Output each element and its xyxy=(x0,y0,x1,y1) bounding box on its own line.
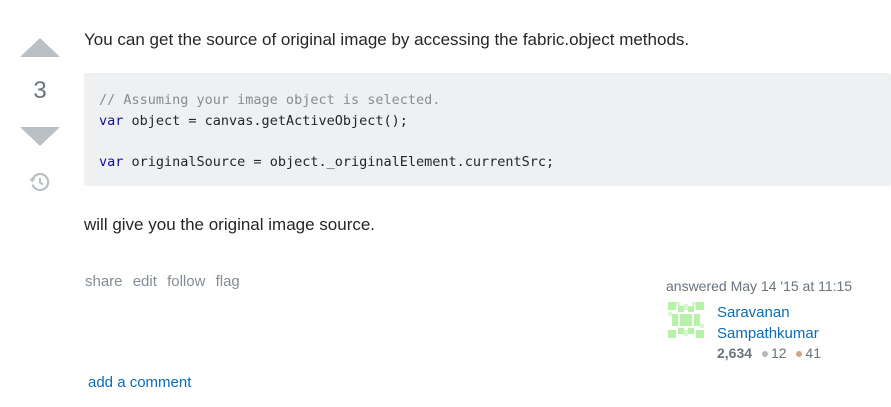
post-menu: share edit follow flag xyxy=(85,273,246,290)
add-comment-link[interactable]: add a comment xyxy=(88,374,191,391)
code-line: var object = canvas.getActiveObject(); xyxy=(99,111,891,132)
history-icon[interactable] xyxy=(29,171,51,193)
user-reputation: 2,634 12 41 xyxy=(717,345,827,361)
upvote-arrow-icon[interactable] xyxy=(20,38,60,57)
code-keyword: var xyxy=(99,112,124,129)
flag-link[interactable]: flag xyxy=(216,273,240,290)
bronze-badge-icon xyxy=(796,351,803,357)
silver-badge-count: 12 xyxy=(770,345,787,361)
answer-paragraph-2: will give you the original image source. xyxy=(84,215,376,234)
user-name-link[interactable]: Saravanan Sampathkumar xyxy=(717,302,819,344)
follow-link[interactable]: follow xyxy=(167,273,205,290)
reputation-score: 2,634 xyxy=(717,345,753,361)
downvote-arrow-icon[interactable] xyxy=(20,127,60,146)
code-comment: // Assuming your image object is selecte… xyxy=(99,92,441,108)
edit-link[interactable]: edit xyxy=(133,273,157,290)
code-line: var originalSource = object._originalEle… xyxy=(99,152,891,173)
code-keyword: var xyxy=(99,153,124,170)
avatar[interactable] xyxy=(666,300,706,340)
bronze-badge-count: 41 xyxy=(805,345,821,361)
user-name-line-2[interactable]: Sampathkumar xyxy=(717,323,819,344)
share-link[interactable]: share xyxy=(85,273,123,290)
answer-paragraph: You can get the source of original image… xyxy=(84,30,690,49)
answered-timestamp: answered May 14 '15 at 11:15 xyxy=(666,278,853,294)
code-text: originalSource = object._originalElement… xyxy=(123,153,555,170)
silver-badge-icon xyxy=(761,351,768,357)
code-text: object = canvas.getActiveObject(); xyxy=(123,112,408,129)
code-block: // Assuming your image object is selecte… xyxy=(84,73,891,186)
vote-count: 3 xyxy=(33,77,47,104)
user-name-line-1[interactable]: Saravanan xyxy=(717,302,819,323)
